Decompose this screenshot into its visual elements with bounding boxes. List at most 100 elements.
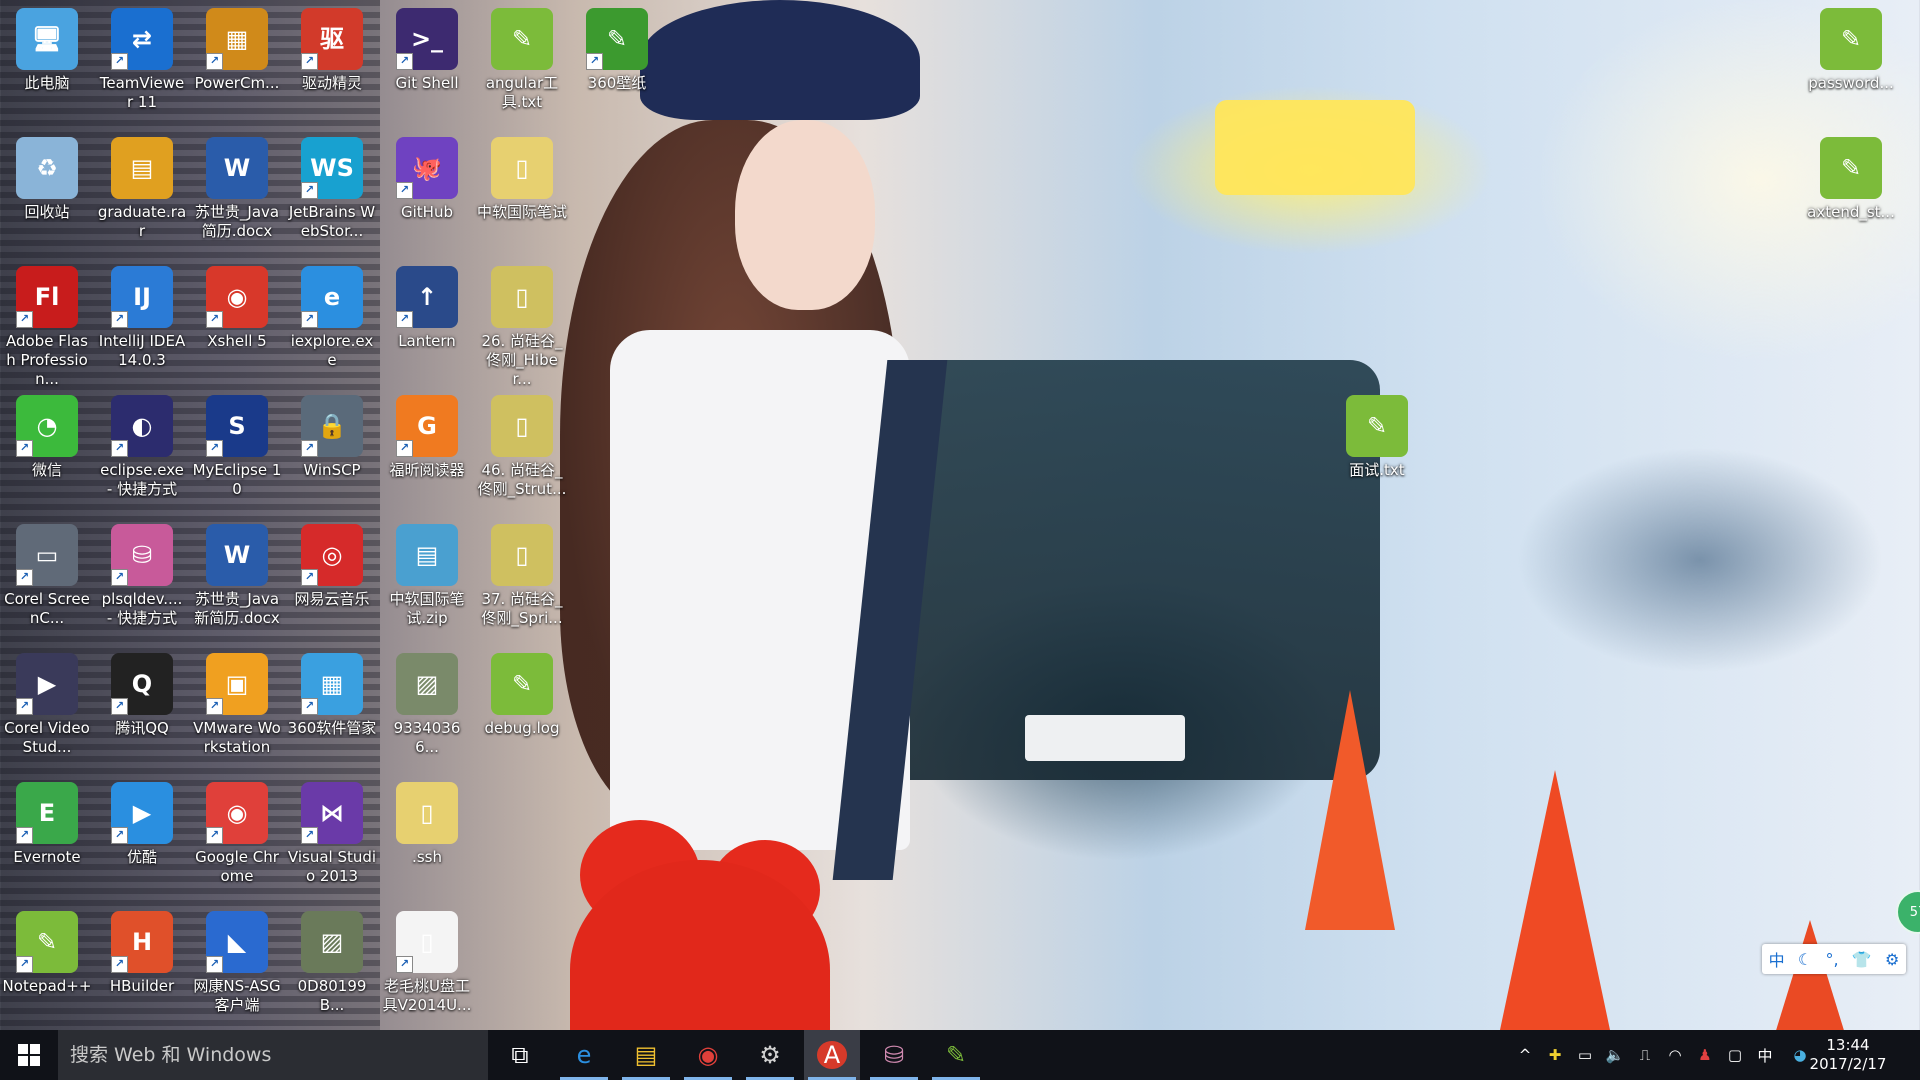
- desktop-icon-label: Corel ScreenC...: [4, 590, 90, 627]
- desktop-icon[interactable]: ✎ ↗ 360壁纸: [570, 2, 664, 93]
- desktop-icon[interactable]: ▭ ↗ Corel ScreenC...: [0, 518, 94, 628]
- app-icon: ▯: [491, 524, 553, 586]
- desktop-icon[interactable]: ✎ password...: [1804, 2, 1898, 93]
- shortcut-arrow-icon: ↗: [111, 698, 128, 715]
- desktop-icon[interactable]: ◉ ↗ Xshell 5: [190, 260, 284, 351]
- desktop-icon[interactable]: ▯ 26. 尚硅谷_佟刚_Hiber...: [475, 260, 569, 389]
- desktop-icon[interactable]: ▯ .ssh: [380, 776, 474, 867]
- desktop-icon[interactable]: ◔ ↗ 微信: [0, 389, 94, 480]
- app-icon: ▦ ↗: [301, 653, 363, 715]
- taskbar-app-button[interactable]: A: [804, 1030, 860, 1080]
- desktop-icon-label: eclipse.exe - 快捷方式: [100, 461, 184, 498]
- ime-moon-icon[interactable]: ☾: [1798, 950, 1812, 969]
- desktop-icon[interactable]: ✎ 面试.txt: [1330, 389, 1424, 480]
- ime-language-indicator[interactable]: 中: [1750, 1030, 1780, 1080]
- taskbar-app-button[interactable]: ✎: [928, 1030, 984, 1080]
- settings-app-icon: ⚙: [759, 1041, 781, 1069]
- desktop-icon-label: 面试.txt: [1349, 461, 1405, 479]
- desktop-icon[interactable]: ▯ ↗ 老毛桃U盘工具V2014U...: [380, 905, 474, 1015]
- desktop-icon[interactable]: W 苏世贵_Java新简历.docx: [190, 518, 284, 628]
- desktop-icon[interactable]: ▯ 46. 尚硅谷_佟刚_Strut...: [475, 389, 569, 499]
- taskbar-app-button[interactable]: ▤: [618, 1030, 674, 1080]
- desktop-icon[interactable]: WS ↗ JetBrains WebStor...: [285, 131, 379, 241]
- desktop-icon[interactable]: H ↗ HBuilder: [95, 905, 189, 996]
- wallpaper-bag-ear: [710, 840, 820, 940]
- desktop-icon[interactable]: ▨ 93340366...: [380, 647, 474, 757]
- app-icon: IJ ↗: [111, 266, 173, 328]
- adobe-icon: A: [816, 1041, 848, 1069]
- taskbar-clock[interactable]: 13:44 2017/2/17: [1788, 1036, 1908, 1074]
- desktop-icon[interactable]: W 苏世贵_Java简历.docx: [190, 131, 284, 241]
- tray-360-icon[interactable]: ✚: [1540, 1030, 1570, 1080]
- desktop-icon[interactable]: ▦ ↗ PowerCm...: [190, 2, 284, 93]
- volume-icon[interactable]: 🔈: [1600, 1030, 1630, 1080]
- clock-date: 2017/2/17: [1809, 1055, 1887, 1073]
- desktop-icon[interactable]: ⛁ ↗ plsqldev.... - 快捷方式: [95, 518, 189, 628]
- battery-icon[interactable]: ▭: [1570, 1030, 1600, 1080]
- desktop-icon[interactable]: ✎ axtend_st...: [1804, 131, 1898, 222]
- start-button[interactable]: [0, 1030, 58, 1080]
- ime-toolbar-lang[interactable]: 中: [1769, 947, 1785, 971]
- security-tray-icon[interactable]: ♟: [1690, 1030, 1720, 1080]
- desktop-icon[interactable]: Q ↗ 腾讯QQ: [95, 647, 189, 738]
- ime-toolbar[interactable]: 中 ☾ °, 👕 ⚙: [1762, 944, 1906, 974]
- desktop-icon[interactable]: ◉ ↗ Google Chrome: [190, 776, 284, 886]
- wallpaper-person-hair: [560, 120, 900, 820]
- app-icon: ◣ ↗: [206, 911, 268, 973]
- desktop-icon[interactable]: ▯ 中软国际笔试: [475, 131, 569, 222]
- desktop-icon[interactable]: ▣ ↗ VMware Workstation: [190, 647, 284, 757]
- desktop-icon[interactable]: ▤ 中软国际笔试.zip: [380, 518, 474, 628]
- ime-settings-icon[interactable]: ⚙: [1885, 950, 1899, 969]
- desktop-icon[interactable]: ✎ ↗ Notepad++: [0, 905, 94, 996]
- desktop-icon[interactable]: ◣ ↗ 网康NS-ASG客户端: [190, 905, 284, 1015]
- desktop-icon[interactable]: ▤ graduate.rar: [95, 131, 189, 241]
- desktop-icon[interactable]: IJ ↗ IntelliJ IDEA 14.0.3: [95, 260, 189, 370]
- desktop-icon[interactable]: ✎ angular工具.txt: [475, 2, 569, 112]
- desktop-icon[interactable]: ✎ debug.log: [475, 647, 569, 738]
- desktop-icon[interactable]: ▶ ↗ Corel VideoStud...: [0, 647, 94, 757]
- taskbar-app-button[interactable]: ⧉: [492, 1030, 548, 1080]
- desktop-icon[interactable]: 🔒 ↗ WinSCP: [285, 389, 379, 480]
- desktop-icon[interactable]: ▶ ↗ 优酷: [95, 776, 189, 867]
- desktop-icon-label: 网易云音乐: [294, 590, 370, 608]
- desktop-icon[interactable]: G ↗ 福昕阅读器: [380, 389, 474, 480]
- app-icon: ⋈ ↗: [301, 782, 363, 844]
- taskbar-app-button[interactable]: e: [556, 1030, 612, 1080]
- shortcut-arrow-icon: ↗: [206, 440, 223, 457]
- chrome-icon: ◉: [697, 1041, 719, 1069]
- desktop-icon[interactable]: E ↗ Evernote: [0, 776, 94, 867]
- desktop-icon[interactable]: ▯ 37. 尚硅谷_佟刚_Spri...: [475, 518, 569, 628]
- desktop-icon[interactable]: ⋈ ↗ Visual Studio 2013: [285, 776, 379, 886]
- desktop-icon[interactable]: ▦ ↗ 360软件管家: [285, 647, 379, 738]
- desktop-icon[interactable]: ♻ 回收站: [0, 131, 94, 222]
- taskbar-app-button[interactable]: ◉: [680, 1030, 736, 1080]
- desktop-icon[interactable]: ◐ ↗ eclipse.exe - 快捷方式: [95, 389, 189, 499]
- taskbar-search-box[interactable]: 搜索 Web 和 Windows: [58, 1030, 488, 1080]
- usb-device-icon[interactable]: ⎍: [1630, 1030, 1660, 1080]
- desktop-icon[interactable]: ▨ 0D80199B...: [285, 905, 379, 1015]
- desktop-icon-label: debug.log: [484, 719, 560, 737]
- floating-ball-badge[interactable]: 57: [1896, 890, 1920, 934]
- desktop-icon[interactable]: >_ ↗ Git Shell: [380, 2, 474, 93]
- shortcut-arrow-icon: ↗: [16, 440, 33, 457]
- taskbar-app-button[interactable]: ⛁: [866, 1030, 922, 1080]
- desktop-icon[interactable]: ◎ ↗ 网易云音乐: [285, 518, 379, 609]
- ime-skin-icon[interactable]: 👕: [1852, 950, 1872, 969]
- app-icon: ▦ ↗: [206, 8, 268, 70]
- tray-show-hidden-icons[interactable]: ^: [1510, 1030, 1540, 1080]
- taskbar-app-button[interactable]: ⚙: [742, 1030, 798, 1080]
- desktop-icon[interactable]: 🖥 此电脑: [0, 2, 94, 93]
- desktop-icon[interactable]: Fl ↗ Adobe Flash Profession...: [0, 260, 94, 389]
- ime-punctuation-icon[interactable]: °,: [1825, 950, 1838, 969]
- app-icon: ✎: [1346, 395, 1408, 457]
- wifi-icon[interactable]: ◠: [1660, 1030, 1690, 1080]
- desktop-icon[interactable]: 驱 ↗ 驱动精灵: [285, 2, 379, 93]
- desktop-icon[interactable]: 🐙 ↗ GitHub: [380, 131, 474, 222]
- desktop-icon[interactable]: e ↗ iexplore.exe: [285, 260, 379, 370]
- notepad-plus-icon: ✎: [945, 1041, 967, 1069]
- desktop-icon[interactable]: ⇄ ↗ TeamViewer 11: [95, 2, 189, 112]
- desktop-icon[interactable]: ↑ ↗ Lantern: [380, 260, 474, 351]
- action-center-icon[interactable]: ▢: [1720, 1030, 1750, 1080]
- shortcut-arrow-icon: ↗: [16, 569, 33, 586]
- desktop-icon[interactable]: S ↗ MyEclipse 10: [190, 389, 284, 499]
